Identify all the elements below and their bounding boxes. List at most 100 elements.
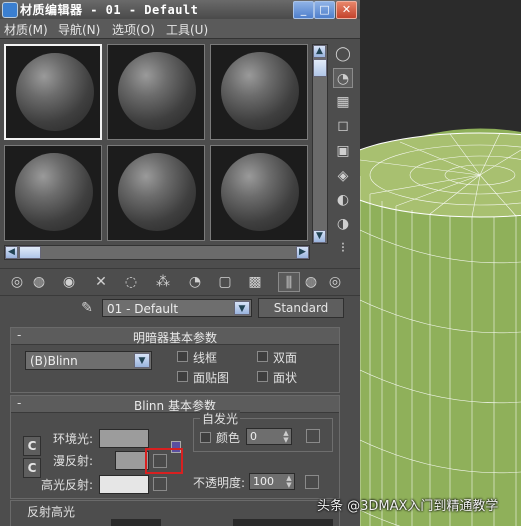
shader-basic-rollout: - 明暗器基本参数 (B)Blinn ▼ 线框 双面 面贴图 面状 xyxy=(10,327,340,393)
self-illum-value: 0 xyxy=(250,430,257,443)
menu-navigation[interactable]: 导航(N) xyxy=(58,21,100,38)
face-map-label: 面贴图 xyxy=(193,371,230,385)
show-in-viewport-icon[interactable]: ▢ xyxy=(214,272,236,292)
make-unique-icon[interactable]: ◌ xyxy=(120,272,142,292)
menu-utilities[interactable]: 工具(U) xyxy=(166,21,208,38)
close-button[interactable]: ✕ xyxy=(336,1,357,19)
put-to-library-icon[interactable]: ⁂ xyxy=(152,272,174,292)
blinn-basic-rollout: - Blinn 基本参数 C C 环境光: 漫反射: 高光反射: 自发光 颜色 … xyxy=(10,395,340,499)
highlight-graph xyxy=(111,519,161,526)
sample-slot-6[interactable] xyxy=(210,145,308,241)
shader-type-value: (B)Blinn xyxy=(30,354,78,368)
opacity-map-button[interactable] xyxy=(305,475,319,489)
rollout-header[interactable]: - Blinn 基本参数 xyxy=(11,396,339,413)
self-illum-spinner[interactable]: 0 ▲ ▼ xyxy=(246,428,292,445)
assign-to-selection-icon[interactable]: ◉ xyxy=(58,272,80,292)
put-to-scene-icon[interactable]: ◍ xyxy=(28,272,50,292)
self-illum-map-button[interactable] xyxy=(306,429,320,443)
material-id-icon[interactable]: ◔ xyxy=(184,272,206,292)
scroll-left-icon[interactable]: ◀ xyxy=(5,246,18,259)
face-map-checkbox[interactable] xyxy=(177,371,188,382)
go-to-parent-icon[interactable]: ⫼ xyxy=(278,272,300,292)
menu-material[interactable]: 材质(M) xyxy=(4,21,48,38)
chevron-down-icon[interactable]: ▼ xyxy=(134,353,150,368)
options-icon[interactable]: ◐ xyxy=(333,190,353,210)
scroll-right-icon[interactable]: ▶ xyxy=(296,246,309,259)
scroll-down-icon[interactable]: ▼ xyxy=(313,230,326,243)
material-sphere xyxy=(15,153,93,231)
material-toolbar: ◎ ◍ ◉ ✕ ◌ ⁂ ◔ ▢ ▩ ⫼ ◍ ◎ xyxy=(0,268,360,296)
cylinder-wireframe xyxy=(360,0,521,526)
rollout-header[interactable]: - 明暗器基本参数 xyxy=(11,328,339,345)
shader-type-dropdown[interactable]: (B)Blinn ▼ xyxy=(25,351,152,370)
sample-slot-4[interactable] xyxy=(4,145,102,241)
material-name-field[interactable]: 01 - Default ▼ xyxy=(102,299,252,317)
material-sphere xyxy=(221,52,299,130)
scroll-thumb[interactable] xyxy=(313,59,327,77)
opacity-label: 不透明度: xyxy=(193,476,246,490)
opacity-value: 100 xyxy=(253,475,274,488)
rollout-title: Blinn 基本参数 xyxy=(134,399,216,413)
title-bar: 材质编辑器 - 01 - Default _ □ ✕ xyxy=(0,0,360,19)
window-title: 材质编辑器 - 01 - Default xyxy=(20,3,199,17)
faceted-checkbox[interactable] xyxy=(257,371,268,382)
spinner-arrows-icon[interactable]: ▲ ▼ xyxy=(282,430,290,444)
material-name-value: 01 - Default xyxy=(107,302,179,316)
slots-horizontal-scrollbar[interactable]: ◀ ▶ xyxy=(4,245,310,260)
maximize-button[interactable]: □ xyxy=(314,1,335,19)
scroll-up-icon[interactable]: ▲ xyxy=(313,45,326,58)
background-icon[interactable]: ▦ xyxy=(333,92,353,112)
chevron-down-icon[interactable]: ▼ xyxy=(234,301,250,315)
material-name-row: ✎ 01 - Default ▼ Standard xyxy=(0,298,360,320)
sample-type-icon[interactable]: ◯ xyxy=(333,44,353,64)
faceted-label: 面状 xyxy=(273,371,298,385)
go-forward-icon[interactable]: ◍ xyxy=(300,272,322,292)
two-sided-label: 双面 xyxy=(273,351,298,365)
app-icon xyxy=(2,2,18,18)
pick-material-icon[interactable]: ✎ xyxy=(76,298,98,318)
backlight-icon[interactable]: ◔ xyxy=(333,68,353,88)
self-illum-color-label: 颜色 xyxy=(216,431,241,445)
slots-vertical-scrollbar[interactable]: ▲ ▼ xyxy=(312,44,328,244)
spinner-arrows-icon[interactable]: ▲ ▼ xyxy=(285,475,293,489)
scroll-thumb[interactable] xyxy=(19,246,41,259)
diffuse-color-swatch[interactable] xyxy=(115,451,149,470)
material-sphere xyxy=(118,52,196,130)
wire-label: 线框 xyxy=(193,351,218,365)
make-preview-icon[interactable]: ◈ xyxy=(333,166,353,186)
video-color-check-icon[interactable]: ▣ xyxy=(333,141,353,161)
minimize-button[interactable]: _ xyxy=(293,1,314,19)
sample-slot-1[interactable] xyxy=(4,44,102,140)
sample-slot-2[interactable] xyxy=(107,44,205,140)
highlight-box xyxy=(145,448,183,474)
watermark: 头条 @3DMAX入门到精通教学 xyxy=(317,499,499,514)
diffuse-label: 漫反射: xyxy=(53,454,94,468)
menu-bar: 材质(M) 导航(N) 选项(O) 工具(U) xyxy=(0,19,360,39)
sample-slot-3[interactable] xyxy=(210,44,308,140)
menu-options[interactable]: 选项(O) xyxy=(112,21,155,38)
select-icon[interactable]: ◎ xyxy=(324,272,346,292)
select-by-material-icon[interactable]: ◑ xyxy=(333,214,353,234)
specular-color-swatch[interactable] xyxy=(99,475,149,494)
material-editor-window: 材质编辑器 - 01 - Default _ □ ✕ 材质(M) 导航(N) 选… xyxy=(0,0,360,526)
self-illumination-group-label: 自发光 xyxy=(200,410,241,427)
material-map-navigator-icon[interactable]: ⁝ xyxy=(333,238,353,258)
show-end-result-icon[interactable]: ▩ xyxy=(244,272,266,292)
sample-slots xyxy=(4,44,310,244)
lock-diffuse-specular-button[interactable]: C xyxy=(23,458,41,478)
get-material-icon[interactable]: ◎ xyxy=(6,272,28,292)
lock-ambient-diffuse-button[interactable]: C xyxy=(23,436,41,456)
reset-map-icon[interactable]: ✕ xyxy=(90,272,112,292)
self-illum-color-checkbox[interactable] xyxy=(200,432,211,443)
sample-slot-5[interactable] xyxy=(107,145,205,241)
two-sided-checkbox[interactable] xyxy=(257,351,268,362)
material-sphere xyxy=(221,153,299,231)
material-type-button[interactable]: Standard xyxy=(258,298,344,318)
opacity-spinner[interactable]: 100 ▲ ▼ xyxy=(249,473,295,490)
uv-tiling-icon[interactable]: ◻ xyxy=(333,116,353,136)
ambient-label: 环境光: xyxy=(53,432,94,446)
ambient-color-swatch[interactable] xyxy=(99,429,149,448)
wire-checkbox[interactable] xyxy=(177,351,188,362)
specular-map-button[interactable] xyxy=(153,477,167,491)
perspective-viewport[interactable] xyxy=(360,0,521,526)
